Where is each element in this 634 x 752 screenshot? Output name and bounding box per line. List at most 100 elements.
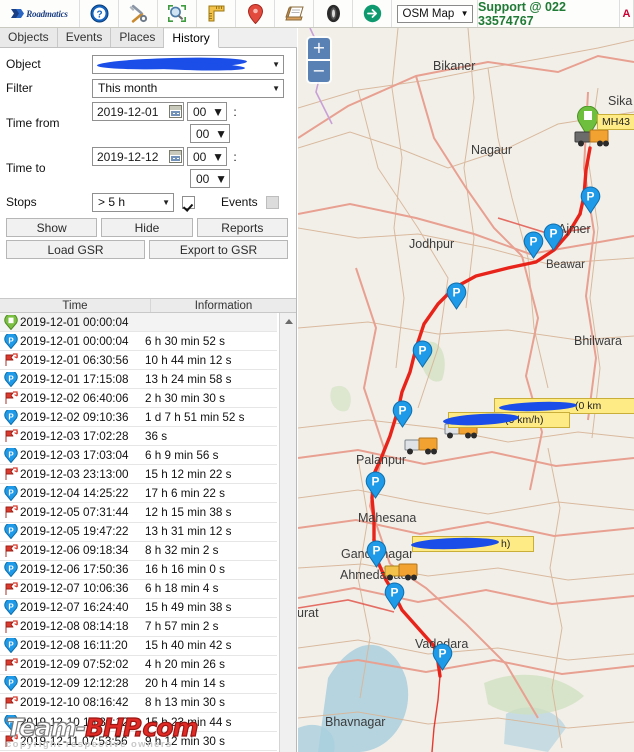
- parking-icon: P: [4, 600, 18, 616]
- reports-button[interactable]: [275, 0, 314, 27]
- calendar-icon[interactable]: [169, 105, 182, 118]
- history-list[interactable]: 2019-12-01 00:00:04 P 2019-12-01 00:00:04 6…: [0, 313, 296, 752]
- row-icon: [2, 391, 20, 405]
- table-row[interactable]: 2019-12-01 00:00:04: [0, 313, 277, 333]
- table-row[interactable]: P 2019-12-10 16:30:12 15 h 23 min 44 s: [0, 713, 277, 733]
- table-row[interactable]: 2019-12-10 08:16:42 8 h 13 min 30 s: [0, 694, 277, 713]
- parking-marker[interactable]: P: [392, 400, 413, 428]
- row-information: 1 d 7 h 51 min 52 s: [145, 410, 245, 424]
- place-marker-button[interactable]: [236, 0, 275, 27]
- chevron-down-icon: ▼: [272, 83, 280, 93]
- history-scrollbar[interactable]: [279, 313, 296, 752]
- table-row[interactable]: P 2019-12-02 09:10:36 1 d 7 h 51 min 52 s: [0, 408, 277, 428]
- table-row[interactable]: 2019-12-03 23:13:00 15 h 12 min 22 s: [0, 465, 277, 485]
- parking-marker[interactable]: P: [365, 471, 386, 499]
- tab-events[interactable]: Events: [57, 28, 112, 47]
- time-from-hour-select[interactable]: 00 ▼: [187, 102, 227, 121]
- table-row[interactable]: P 2019-12-07 16:24:40 15 h 49 min 38 s: [0, 599, 277, 618]
- row-information: 8 h 32 min 2 s: [145, 544, 219, 558]
- time-to-date-input[interactable]: 2019-12-12: [92, 147, 184, 166]
- map-city-label: Jodhpur: [409, 237, 455, 251]
- show-button[interactable]: Show: [6, 218, 98, 237]
- map-type-select[interactable]: OSM Map ▼: [396, 4, 473, 23]
- map-view[interactable]: + − Bikaner Sika Nagaur Ajmer Jodhpur Beawar B…: [298, 28, 634, 752]
- scroll-up-button[interactable]: [280, 313, 296, 329]
- table-row[interactable]: 2019-12-05 07:31:44 12 h 15 min 38 s: [0, 503, 277, 523]
- row-icon: P: [2, 676, 20, 692]
- time-from-minute-select[interactable]: 00 ▼: [190, 124, 230, 143]
- help-icon: ?: [90, 4, 109, 23]
- toolbar-overflow[interactable]: A: [620, 0, 634, 27]
- table-row[interactable]: 2019-12-06 09:18:34 8 h 32 min 2 s: [0, 542, 277, 561]
- events-label: Events: [221, 195, 258, 209]
- table-row[interactable]: P 2019-12-05 19:47:22 13 h 31 min 12 s: [0, 523, 277, 542]
- logout-button[interactable]: [353, 0, 392, 27]
- object-select[interactable]: ▼: [92, 54, 284, 74]
- map-city-label: urat: [298, 606, 319, 620]
- vehicle-marker[interactable]: [384, 558, 422, 585]
- time-to-minute-select[interactable]: 00 ▼: [190, 169, 230, 188]
- tab-objects[interactable]: Objects: [0, 28, 58, 47]
- table-row[interactable]: P 2019-12-01 00:00:04 6 h 30 min 52 s: [0, 332, 277, 352]
- map-zoom-control[interactable]: + −: [308, 38, 330, 82]
- parking-marker[interactable]: P: [543, 223, 564, 251]
- svg-text:P: P: [8, 679, 14, 688]
- filter-row: Filter This month ▼: [6, 78, 288, 98]
- tab-history[interactable]: History: [164, 29, 219, 48]
- map-city-label: Bikaner: [433, 59, 476, 73]
- row-icon: [2, 696, 20, 710]
- table-row[interactable]: P 2019-12-06 17:50:36 16 h 16 min 0 s: [0, 561, 277, 580]
- row-time: 2019-12-02 09:10:36: [20, 410, 129, 424]
- table-row[interactable]: 2019-12-08 08:14:18 7 h 57 min 2 s: [0, 618, 277, 637]
- table-row[interactable]: 2019-12-01 06:30:56 10 h 44 min 12 s: [0, 351, 277, 371]
- history-rows: 2019-12-01 00:00:04 P 2019-12-01 00:00:04 6…: [0, 313, 277, 752]
- parking-marker[interactable]: P: [523, 231, 544, 259]
- reports-button[interactable]: Reports: [196, 218, 288, 237]
- table-row[interactable]: 2019-12-03 17:02:28 36 s: [0, 427, 277, 447]
- parking-marker[interactable]: P: [580, 186, 601, 214]
- svg-text:P: P: [8, 374, 14, 383]
- parking-icon: P: [4, 485, 18, 501]
- map-city-label: Nagaur: [471, 143, 512, 157]
- zoom-in-button[interactable]: +: [308, 38, 330, 61]
- zoom-out-button[interactable]: −: [308, 61, 330, 82]
- load-gsr-button[interactable]: Load GSR: [6, 240, 145, 259]
- time-from-date-input[interactable]: 2019-12-01: [92, 102, 184, 121]
- parking-marker[interactable]: P: [446, 282, 467, 310]
- stops-checkbox[interactable]: [182, 195, 195, 209]
- chevron-down-icon: ▼: [215, 126, 227, 141]
- table-row[interactable]: P 2019-12-08 16:11:20 15 h 40 min 42 s: [0, 637, 277, 656]
- table-row[interactable]: P 2019-12-01 17:15:08 13 h 24 min 58 s: [0, 370, 277, 390]
- row-time: 2019-12-06 09:18:34: [20, 544, 129, 558]
- parking-marker[interactable]: P: [432, 643, 453, 671]
- table-row[interactable]: 2019-12-09 07:52:02 4 h 20 min 26 s: [0, 656, 277, 675]
- row-time: 2019-12-11 07:53:56: [20, 734, 128, 748]
- logo-text: Roadmatics: [26, 8, 68, 19]
- table-row[interactable]: 2019-12-11 07:53:56 9 h 12 min 30 s: [0, 732, 277, 752]
- stops-select[interactable]: > 5 h ▼: [92, 192, 174, 212]
- table-row[interactable]: P 2019-12-04 14:25:22 17 h 6 min 22 s: [0, 484, 277, 504]
- search-map-button[interactable]: [158, 0, 197, 27]
- app-logo[interactable]: Roadmatics: [0, 0, 80, 27]
- events-checkbox[interactable]: [265, 195, 279, 209]
- measure-button[interactable]: [197, 0, 236, 27]
- table-row[interactable]: 2019-12-07 10:06:36 6 h 18 min 4 s: [0, 580, 277, 599]
- tyre-button[interactable]: [314, 0, 353, 27]
- help-button[interactable]: ?: [80, 0, 119, 27]
- tab-places[interactable]: Places: [111, 28, 165, 47]
- row-icon: [2, 582, 20, 596]
- support-text: Support @ 022 33574767: [478, 0, 620, 28]
- vehicle-marker[interactable]: [404, 432, 442, 459]
- tools-button[interactable]: [119, 0, 158, 27]
- time-to-hour-select[interactable]: 00 ▼: [187, 147, 227, 166]
- parking-marker[interactable]: P: [384, 582, 405, 610]
- table-row[interactable]: P 2019-12-09 12:12:28 20 h 4 min 14 s: [0, 675, 277, 694]
- table-row[interactable]: P 2019-12-03 17:03:04 6 h 9 min 56 s: [0, 446, 277, 466]
- export-gsr-button[interactable]: Export to GSR: [149, 240, 288, 259]
- table-row[interactable]: 2019-12-02 06:40:06 2 h 30 min 30 s: [0, 389, 277, 409]
- filter-select[interactable]: This month ▼: [92, 78, 284, 98]
- calendar-icon[interactable]: [169, 150, 182, 163]
- hide-button[interactable]: Hide: [101, 218, 193, 237]
- parking-marker[interactable]: P: [412, 340, 433, 368]
- svg-text:P: P: [8, 641, 14, 650]
